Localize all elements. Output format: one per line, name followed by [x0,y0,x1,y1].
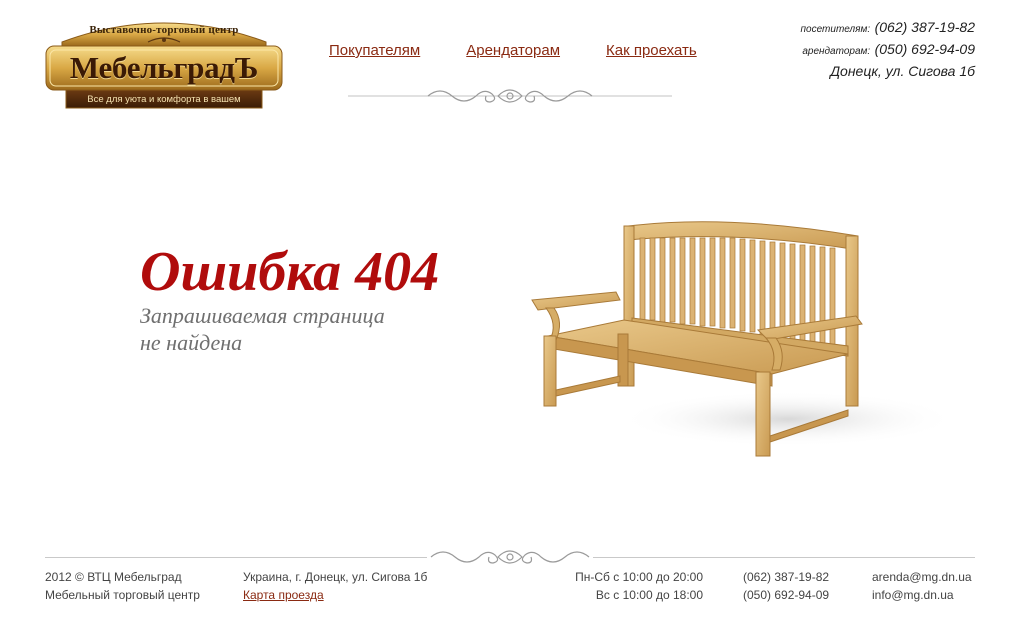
error-subtitle-line1: Запрашиваемая страница [140,303,385,328]
error-title: Ошибка 404 [140,241,440,303]
logo-name: МебельградЪ [69,50,259,85]
hours-sunday: Вс с 10:00 до 18:00 [595,588,703,602]
footer-email-2[interactable]: info@mg.dn.ua [872,586,972,604]
tenants-label: арендаторам: [802,46,871,57]
tenants-phone: (050) 692-94-09 [874,41,975,57]
footer-company-desc: Мебельный торговый центр [45,588,200,602]
error-subtitle: Запрашиваемая страница не найдена [140,302,480,356]
footer-emails: arenda@mg.dn.ua info@mg.dn.ua [872,568,972,604]
footer-address-block: Украина, г. Донецк, ул. Сигова 1б Карта … [243,568,427,604]
footer-copyright: 2012 © ВТЦ Мебельград [45,570,182,584]
footer-phones: (062) 387-19-82 (050) 692-94-09 [743,568,829,604]
footer-hours: Пн-Сб с 10:00 до 20:00 Вс с 10:00 до 18:… [560,568,703,604]
footer-phone-2: (050) 692-94-09 [743,588,830,602]
header-contacts: посетителям: (062) 387-19-82 арендаторам… [801,17,975,83]
nav-link-buyers[interactable]: Покупателям [329,42,420,59]
footer-company: 2012 © ВТЦ Мебельград Мебельный торговый… [45,568,200,604]
footer-email-1[interactable]: arenda@mg.dn.ua [872,568,972,586]
ornament-divider-icon [348,89,672,103]
site-logo[interactable]: Выставочно-торговый центр МебельградЪ Вс… [44,16,284,112]
visitors-phone: (062) 387-19-82 [874,19,975,35]
logo-tagline: Все для уюта и комфорта в вашем [87,94,241,105]
map-link[interactable]: Карта проезда [243,588,324,602]
footer-address: Украина, г. Донецк, ул. Сигова 1б [243,570,428,584]
footer-ornament-icon [427,544,593,570]
main-nav: Покупателям Арендаторам Как проехать [329,42,697,59]
nav-link-tenants[interactable]: Арендаторам [466,42,560,59]
visitors-label: посетителям: [800,24,871,35]
nav-link-directions[interactable]: Как проехать [606,42,697,59]
footer-phone-1: (062) 387-19-82 [743,570,830,584]
header-address: Донецк, ул. Сигова 1б [830,63,975,79]
logo-top-text: Выставочно-торговый центр [89,24,239,36]
wooden-bench-image [531,221,948,457]
hours-weekday: Пн-Сб с 10:00 до 20:00 [575,570,703,584]
error-subtitle-line2: не найдена [140,330,243,355]
